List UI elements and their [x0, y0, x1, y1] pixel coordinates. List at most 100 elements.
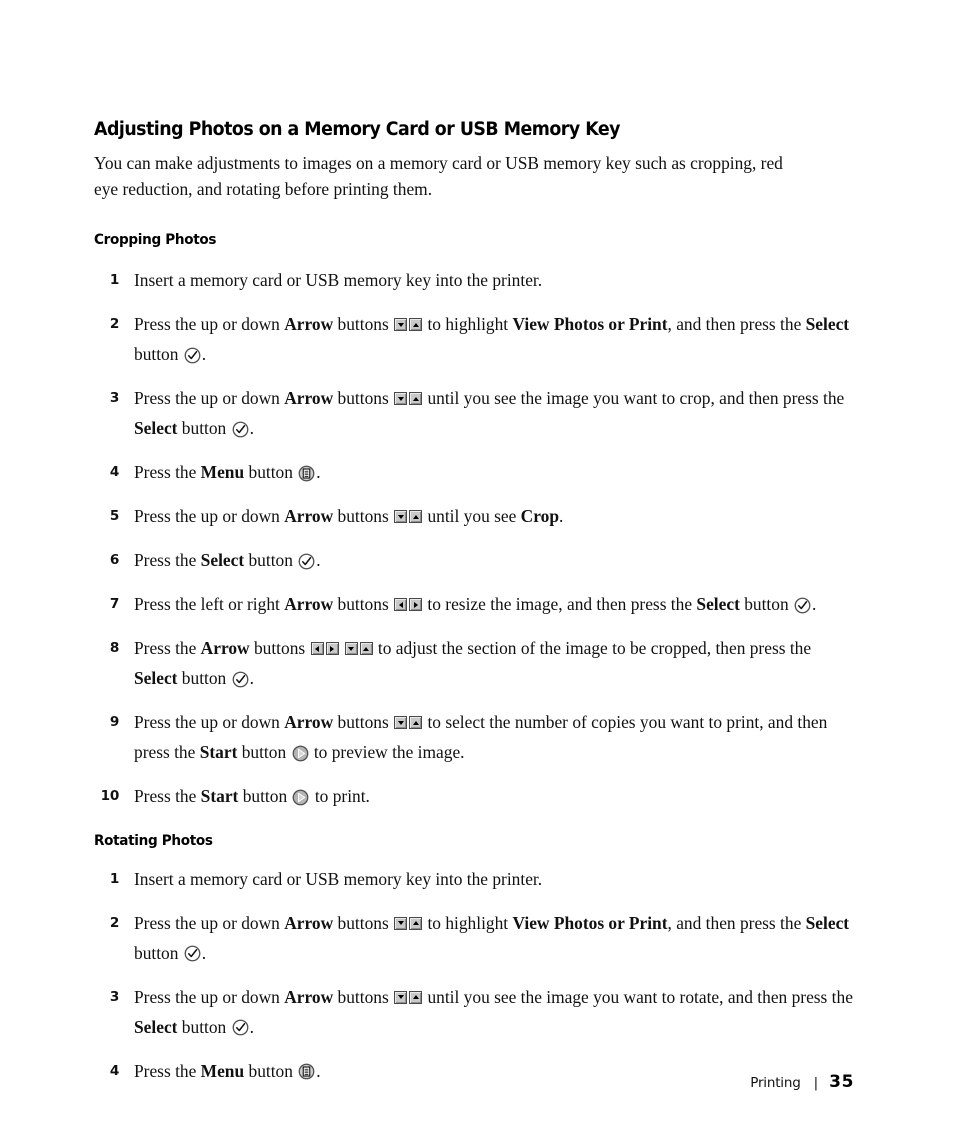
emphasis-term: View Photos or Print — [512, 314, 668, 335]
step-text: . — [201, 942, 207, 963]
start-play-icon[interactable] — [292, 789, 309, 806]
document-page: Adjusting Photos on a Memory Card or USB… — [94, 0, 854, 1145]
select-check-icon[interactable] — [794, 597, 811, 614]
step-number: 5 — [109, 508, 119, 525]
arrow-up-button[interactable] — [409, 318, 423, 332]
arrow-left-button[interactable] — [310, 642, 324, 656]
up-triangle-glyph — [412, 921, 419, 926]
step-number: 2 — [109, 914, 119, 931]
left-triangle-glyph — [315, 645, 320, 652]
emphasis-term: Select — [805, 314, 850, 335]
select-check-icon[interactable] — [298, 553, 315, 570]
step-text: buttons — [333, 912, 394, 933]
arrow-down-button[interactable] — [394, 716, 408, 730]
select-check-icon[interactable] — [232, 1019, 249, 1036]
step-text: button — [177, 1016, 231, 1037]
step-text: . — [249, 668, 254, 689]
up-triangle-glyph — [412, 396, 419, 401]
start-play-icon[interactable] — [292, 745, 309, 762]
step-text: Press the — [134, 638, 201, 659]
step-text: . — [559, 506, 564, 527]
step-number: 9 — [109, 714, 119, 731]
emphasis-term: Select — [134, 1016, 178, 1037]
arrow-down-button[interactable] — [394, 510, 408, 524]
step-text: until you see — [423, 506, 521, 527]
emphasis-term: Arrow — [284, 912, 334, 933]
down-triangle-glyph — [397, 514, 404, 519]
select-check-icon[interactable] — [184, 347, 201, 364]
step-number: 6 — [109, 552, 119, 569]
step-text: . — [201, 344, 207, 365]
step-list: 1 Insert a memory card or USB memory key … — [94, 265, 854, 811]
arrow-right-button[interactable] — [409, 598, 423, 612]
step-text: Press the — [134, 786, 201, 807]
menu-icon[interactable] — [298, 465, 315, 482]
emphasis-term: Select — [696, 594, 740, 615]
section-heading: Cropping Photos — [94, 231, 217, 249]
arrow-down-button[interactable] — [394, 392, 408, 406]
arrow-down-button[interactable] — [394, 990, 408, 1004]
step-text: Insert a memory card or USB memory key i… — [134, 270, 543, 291]
step-text: Press the — [134, 462, 201, 483]
step-text: until you see the image you want to crop… — [423, 388, 845, 409]
step-item: 2 Press the up or down Arrow buttons to h… — [94, 908, 854, 968]
step-text: , and then press the — [667, 314, 806, 335]
select-check-icon[interactable] — [232, 421, 249, 438]
step-text: buttons — [333, 986, 394, 1007]
arrow-up-button[interactable] — [359, 642, 373, 656]
step-item: 2 Press the up or down Arrow buttons to h… — [94, 309, 854, 369]
arrow-up-button[interactable] — [409, 990, 423, 1004]
emphasis-term: Arrow — [284, 712, 334, 733]
select-check-icon[interactable] — [232, 671, 249, 688]
step-item: 6 Press the Select button . — [94, 545, 854, 575]
step-number: 10 — [100, 788, 120, 805]
right-triangle-glyph — [413, 601, 418, 608]
step-text: to print. — [310, 786, 370, 807]
select-check-icon[interactable] — [184, 945, 201, 962]
left-triangle-glyph — [398, 601, 403, 608]
step-text: buttons — [249, 638, 310, 659]
emphasis-term: Select — [805, 912, 850, 933]
emphasis-term: Arrow — [284, 506, 334, 527]
arrow-up-button[interactable] — [409, 510, 423, 524]
step-text: Press the up or down — [134, 986, 285, 1007]
down-triangle-glyph — [397, 921, 404, 926]
step-text: , and then press the — [667, 912, 806, 933]
step-text: button — [134, 344, 183, 365]
arrow-down-button[interactable] — [344, 642, 358, 656]
emphasis-term: Start — [200, 786, 239, 807]
right-triangle-glyph — [330, 645, 335, 652]
arrow-up-button[interactable] — [409, 392, 423, 406]
step-text: buttons — [333, 506, 394, 527]
step-item: 1 Insert a memory card or USB memory key … — [94, 864, 854, 894]
arrow-left-button[interactable] — [394, 598, 408, 612]
step-text: to highlight — [423, 314, 513, 335]
step-text: to resize the image, and then press the — [423, 594, 697, 615]
emphasis-term: Menu — [200, 462, 245, 483]
down-triangle-glyph — [397, 396, 404, 401]
arrow-up-button[interactable] — [409, 716, 423, 730]
step-text: button — [739, 594, 793, 615]
arrow-down-button[interactable] — [394, 916, 408, 930]
step-text: button — [237, 742, 291, 763]
step-text: Press the — [134, 550, 201, 571]
step-text: . — [316, 550, 321, 571]
step-text: . — [249, 418, 254, 439]
footer-separator: | — [813, 1075, 819, 1091]
step-list: 1 Insert a memory card or USB memory key … — [94, 864, 854, 1086]
step-text: Press the left or right — [134, 594, 285, 615]
step-item: 4 Press the Menu button . — [94, 457, 854, 487]
footer-page-number: 35 — [829, 1072, 854, 1092]
step-item: 9 Press the up or down Arrow buttons to s… — [94, 707, 854, 767]
arrow-down-button[interactable] — [394, 318, 408, 332]
step-item: 10 Press the Start button to print. — [94, 781, 854, 811]
step-text: button — [244, 462, 298, 483]
emphasis-term: Arrow — [284, 594, 334, 615]
down-triangle-glyph — [397, 720, 404, 725]
step-text: button — [177, 668, 231, 689]
arrow-right-button[interactable] — [325, 642, 339, 656]
arrow-up-button[interactable] — [409, 916, 423, 930]
step-text: button — [244, 550, 298, 571]
step-text: to highlight — [423, 912, 513, 933]
step-text: . — [249, 1016, 254, 1037]
